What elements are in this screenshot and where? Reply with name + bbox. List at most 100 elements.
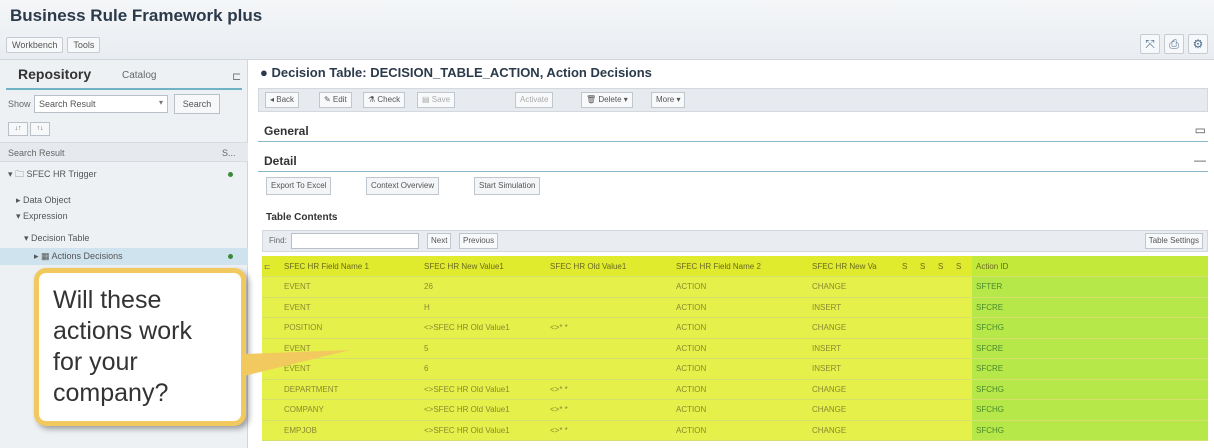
table-cell[interactable] (934, 399, 952, 421)
sort-descending-button[interactable]: ↑↓ (30, 122, 50, 136)
table-cell[interactable]: EVENT (280, 276, 420, 298)
table-cell[interactable]: <>* * (546, 420, 672, 441)
table-cell[interactable]: EMPJOB (280, 420, 420, 441)
tree-item-actions-decisions[interactable]: ▸ ▦ Actions Decisions (34, 248, 123, 264)
save-button[interactable]: ▤ Save (417, 92, 456, 108)
table-row[interactable]: EVENT H ACTION INSERT SFCRE (262, 297, 1208, 318)
table-cell[interactable]: SFCRE (972, 297, 1208, 318)
table-cell[interactable] (916, 338, 934, 359)
table-cell[interactable]: <>SFEC HR Old Value1 (420, 317, 546, 339)
table-cell[interactable] (934, 420, 952, 441)
column-header[interactable]: SFEC HR New Va (808, 256, 898, 277)
tree-item-decision-table[interactable]: ▾ Decision Table (24, 230, 89, 246)
table-cell[interactable] (898, 420, 916, 441)
tab-catalog[interactable]: Catalog (122, 70, 156, 81)
back-button[interactable]: ◂ Back (265, 92, 300, 108)
table-cell[interactable]: CHANGE (808, 317, 898, 339)
table-cell[interactable]: <>* * (546, 399, 672, 421)
table-cell[interactable] (898, 399, 916, 421)
table-cell[interactable]: EVENT (280, 297, 420, 318)
check-button[interactable]: ⚗ Check (363, 92, 406, 108)
table-row[interactable]: EVENT 6 ACTION INSERT SFCRE (262, 358, 1208, 380)
fullscreen-icon[interactable]: ⤧ (1140, 34, 1160, 54)
help-icon[interactable]: ⚙ (1188, 34, 1208, 54)
table-cell[interactable]: <>* * (546, 379, 672, 400)
tree-item-data-object[interactable]: ▸ Data Object (16, 192, 71, 208)
table-cell[interactable]: ACTION (672, 297, 808, 318)
workbench-menu[interactable]: Workbench (6, 37, 64, 53)
tab-repository[interactable]: Repository (18, 66, 91, 82)
column-header[interactable]: Action ID (972, 256, 1208, 277)
print-icon[interactable]: ⎙ (1164, 34, 1184, 54)
table-cell[interactable] (952, 338, 972, 359)
table-cell[interactable] (934, 297, 952, 318)
table-cell[interactable] (934, 276, 952, 298)
detail-section-header[interactable]: Detail — (258, 150, 1208, 172)
column-header[interactable]: S (916, 256, 934, 277)
table-cell[interactable] (916, 276, 934, 298)
table-settings-button[interactable]: Table Settings (1144, 233, 1203, 249)
column-header[interactable]: S (934, 256, 952, 277)
row-selector[interactable] (262, 420, 280, 441)
table-cell[interactable] (934, 338, 952, 359)
table-cell[interactable] (952, 399, 972, 421)
select-all-icon[interactable]: ⊏ (262, 256, 280, 277)
table-cell[interactable]: INSERT (808, 338, 898, 359)
table-cell[interactable]: CHANGE (808, 379, 898, 400)
table-cell[interactable] (952, 379, 972, 400)
tree-item-expression[interactable]: ▾ Expression (16, 208, 68, 224)
table-cell[interactable] (546, 358, 672, 380)
tools-menu[interactable]: Tools (67, 37, 101, 53)
table-cell[interactable]: <>SFEC HR Old Value1 (420, 420, 546, 441)
sort-ascending-button[interactable]: ↓↑ (8, 122, 28, 136)
table-cell[interactable] (898, 338, 916, 359)
activate-button[interactable]: Activate (515, 92, 554, 108)
table-cell[interactable] (952, 317, 972, 339)
table-cell[interactable] (952, 276, 972, 298)
edit-button[interactable]: ✎ Edit (319, 92, 352, 108)
table-cell[interactable] (952, 420, 972, 441)
table-cell[interactable]: CHANGE (808, 420, 898, 441)
expand-icon[interactable]: ▭ (1195, 123, 1206, 137)
table-cell[interactable]: SFCHG (972, 399, 1208, 421)
table-row[interactable]: DEPARTMENT <>SFEC HR Old Value1 <>* * ACTIO… (262, 379, 1208, 400)
table-cell[interactable]: ACTION (672, 420, 808, 441)
table-row[interactable]: COMPANY <>SFEC HR Old Value1 <>* * ACTION CH… (262, 399, 1208, 421)
table-cell[interactable]: 6 (420, 358, 546, 380)
table-cell[interactable] (916, 420, 934, 441)
table-cell[interactable] (898, 379, 916, 400)
table-cell[interactable] (952, 297, 972, 318)
table-row[interactable]: EMPJOB <>SFEC HR Old Value1 <>* * ACTION CHA… (262, 420, 1208, 441)
table-cell[interactable] (898, 276, 916, 298)
table-cell[interactable]: ACTION (672, 338, 808, 359)
more-button[interactable]: More ▾ (651, 92, 686, 108)
table-cell[interactable]: SFCHG (972, 317, 1208, 339)
column-header[interactable]: SFEC HR Old Value1 (546, 256, 672, 277)
table-cell[interactable] (546, 276, 672, 298)
table-cell[interactable]: POSITION (280, 317, 420, 339)
table-cell[interactable] (952, 358, 972, 380)
search-button[interactable]: Search (174, 94, 220, 114)
find-input[interactable] (291, 233, 419, 249)
table-cell[interactable]: ACTION (672, 317, 808, 339)
table-cell[interactable]: 5 (420, 338, 546, 359)
table-cell[interactable] (898, 358, 916, 380)
table-cell[interactable]: CHANGE (808, 399, 898, 421)
table-cell[interactable]: <>SFEC HR Old Value1 (420, 379, 546, 400)
table-cell[interactable]: <>* * (546, 317, 672, 339)
delete-button[interactable]: 🗑 Delete ▾ (581, 92, 633, 108)
table-cell[interactable]: SFCHG (972, 379, 1208, 400)
table-cell[interactable] (934, 317, 952, 339)
previous-button[interactable]: Previous (459, 233, 499, 249)
table-cell[interactable]: INSERT (808, 297, 898, 318)
table-cell[interactable]: ACTION (672, 358, 808, 380)
table-cell[interactable] (916, 297, 934, 318)
collapse-icon[interactable]: ⊏ (232, 70, 241, 83)
column-header[interactable]: S (952, 256, 972, 277)
export-to-excel-button[interactable]: Export To Excel (266, 177, 332, 195)
column-header[interactable]: SFEC HR Field Name 2 (672, 256, 808, 277)
table-row[interactable]: EVENT 5 ACTION INSERT SFCRE (262, 338, 1208, 359)
table-cell[interactable] (934, 379, 952, 400)
table-cell[interactable]: SFCHG (972, 420, 1208, 441)
table-cell[interactable]: <>SFEC HR Old Value1 (420, 399, 546, 421)
